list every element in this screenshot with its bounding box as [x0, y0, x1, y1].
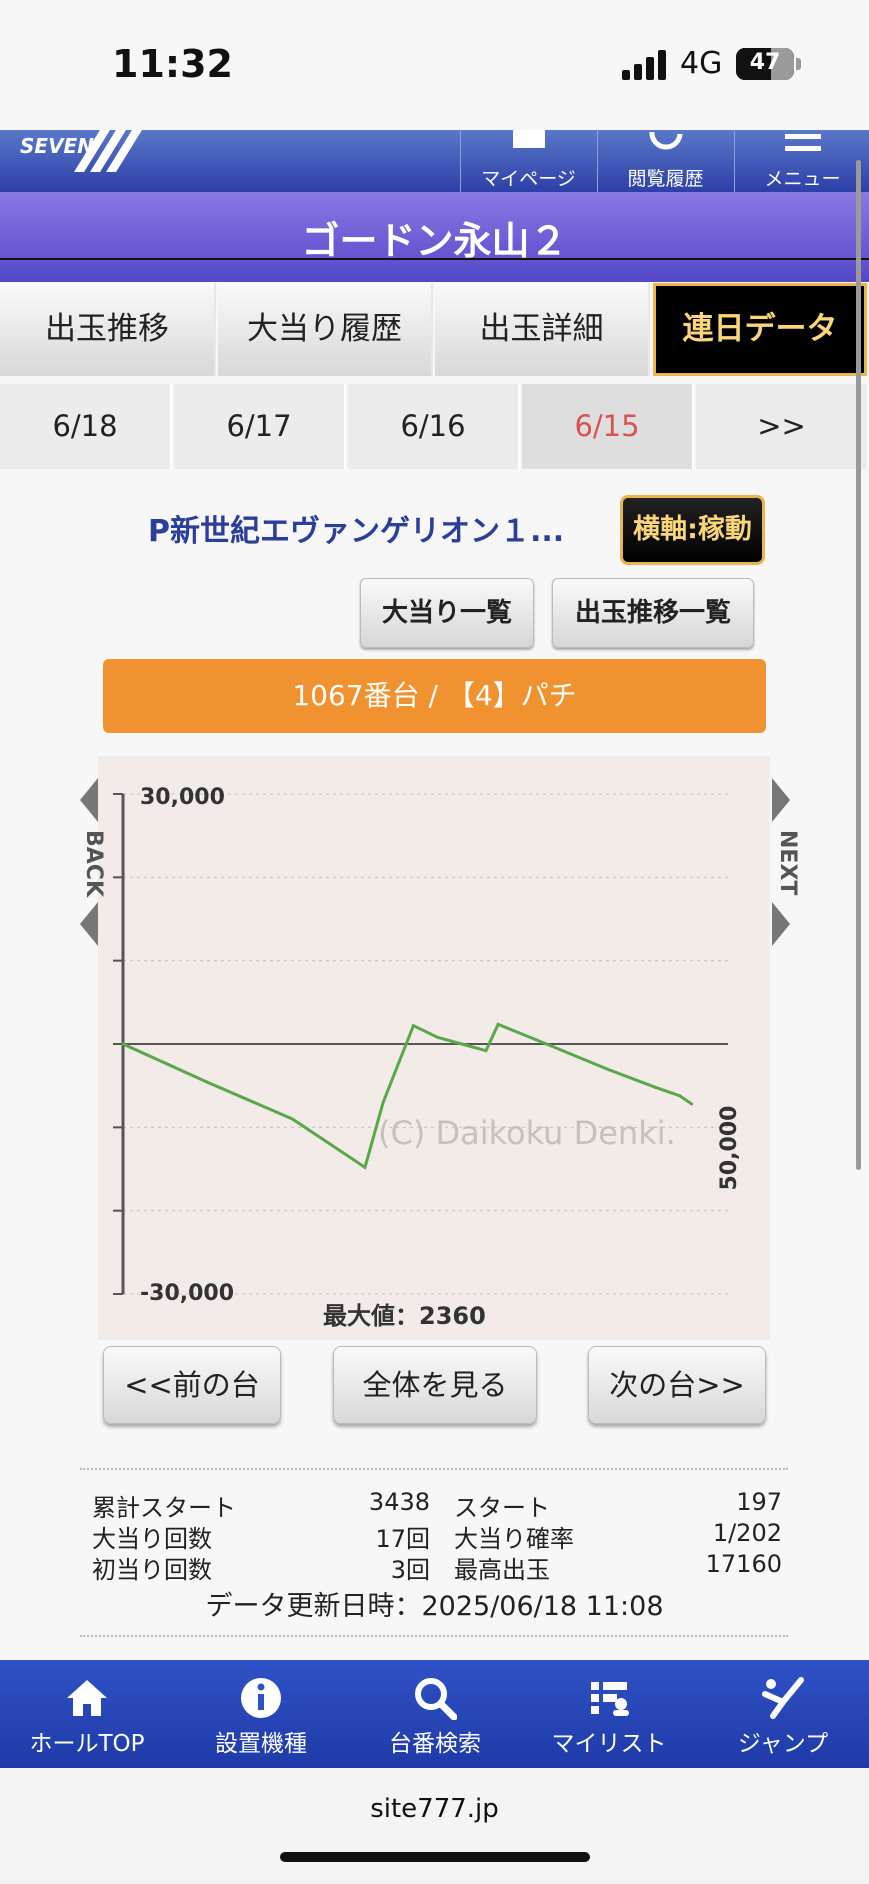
data-point — [290, 1117, 294, 1121]
nav-label: 台番検索 — [389, 1731, 481, 1757]
y-tick-label: 30,000 — [140, 785, 225, 810]
home-indicator[interactable] — [280, 1852, 590, 1862]
payout-list-button[interactable]: 出玉推移一覧 — [552, 578, 754, 648]
date-tab[interactable]: 6/18 — [0, 384, 172, 469]
data-point — [653, 1085, 657, 1089]
next-arrow-icon[interactable] — [772, 902, 790, 946]
tab-jackpot-history[interactable]: 大当り履歴 — [218, 283, 433, 376]
data-point — [605, 1067, 609, 1071]
mypage-icon — [512, 130, 545, 148]
next-label[interactable]: NEXT — [770, 830, 800, 895]
max-value-label: 最大値：2360 — [323, 1302, 486, 1330]
axis-toggle-button[interactable]: 横軸:稼動 — [620, 495, 765, 565]
stat-key: スタート — [454, 1494, 550, 1522]
history-icon — [648, 131, 682, 150]
stats-row: 累計スタート 3438 スタート 197 — [92, 1488, 782, 1522]
clock: 11:32 — [112, 42, 233, 86]
signal-icon — [622, 50, 666, 80]
battery-icon: 47 — [736, 48, 794, 80]
stat-value: 17160 — [705, 1550, 782, 1578]
history-label: 閲覧履歴 — [627, 168, 704, 190]
menu-label: メニュー — [764, 168, 841, 190]
stat-key: 大当り確率 — [454, 1525, 574, 1553]
url-text[interactable]: site777.jp — [0, 1794, 869, 1824]
date-tab-selected[interactable]: 6/15 — [522, 384, 694, 469]
browser-url-bar — [0, 1768, 869, 1884]
stats-row: 初当り回数 3回 最高出玉 17160 — [92, 1550, 782, 1584]
tab-payout-detail[interactable]: 出玉詳細 — [435, 283, 650, 376]
mypage-button[interactable]: マイページ — [460, 130, 596, 192]
jump-icon — [762, 1677, 804, 1719]
back-arrow-icon[interactable] — [80, 778, 98, 822]
data-point — [381, 1100, 385, 1104]
tab-daily-data[interactable]: 連日データ — [653, 283, 867, 376]
stat-value: 197 — [736, 1488, 782, 1516]
unit-banner: 1067番台 / 【4】パチ — [103, 659, 766, 733]
next-arrow-icon[interactable] — [772, 778, 790, 822]
scrollbar[interactable] — [856, 160, 861, 1170]
date-tab[interactable]: 6/16 — [348, 384, 520, 469]
data-point — [206, 1080, 210, 1084]
data-point — [484, 1049, 488, 1053]
mylist-icon — [591, 1682, 629, 1716]
menu-button[interactable]: メニュー — [734, 130, 869, 192]
date-tab[interactable]: 6/17 — [174, 384, 346, 469]
nav-unit-search[interactable]: 台番検索 — [348, 1660, 522, 1768]
stat-value: 3438 — [368, 1488, 430, 1516]
back-arrow-icon[interactable] — [80, 902, 98, 946]
mypage-label: マイページ — [481, 168, 576, 190]
payout-chart: (C) Daikoku Denki. 30,000 -30,000 50,000… — [113, 785, 742, 1330]
watermark: (C) Daikoku Denki. — [378, 1114, 676, 1152]
nav-label: 設置機種 — [215, 1731, 307, 1757]
update-timestamp: データ更新日時：2025/06/18 11:08 — [205, 1591, 664, 1622]
stats-divider — [80, 1635, 788, 1637]
nav-label: マイリスト — [551, 1731, 667, 1757]
network-type: 4G — [680, 46, 723, 81]
nav-installed-machines[interactable]: 設置機種 — [174, 1660, 348, 1768]
nav-my-list[interactable]: マイリスト — [522, 1660, 696, 1768]
divider — [0, 258, 869, 260]
battery-cap — [796, 58, 801, 70]
menu-icon — [784, 134, 821, 151]
stat-value: 17回 — [375, 1525, 430, 1553]
data-point — [460, 1042, 464, 1046]
view-all-button[interactable]: 全体を見る — [333, 1346, 537, 1424]
home-icon — [67, 1680, 107, 1716]
nav-label: ジャンプ — [737, 1731, 829, 1757]
stats-divider — [80, 1468, 788, 1470]
data-point — [678, 1094, 682, 1098]
data-point — [545, 1042, 548, 1046]
site-logo[interactable]: SEVEN — [20, 134, 94, 158]
next-machine-button[interactable]: 次の台>> — [588, 1346, 766, 1424]
data-point — [436, 1035, 440, 1039]
data-point — [690, 1102, 694, 1106]
battery-level: 47 — [749, 50, 781, 75]
info-icon — [241, 1678, 281, 1718]
machine-name[interactable]: P新世紀エヴァンゲリオン１... — [148, 506, 564, 550]
data-point — [363, 1165, 367, 1169]
chart-grid — [113, 793, 728, 1295]
date-next-button[interactable]: >> — [696, 384, 869, 469]
prev-machine-button[interactable]: <<前の台 — [103, 1346, 281, 1424]
y-tick-label: -30,000 — [140, 1281, 234, 1306]
stat-key: 初当り回数 — [92, 1556, 212, 1584]
history-button[interactable]: 閲覧履歴 — [597, 130, 733, 192]
stats-row: 大当り回数 17回 大当り確率 1/202 — [92, 1519, 782, 1553]
nav-hall-top[interactable]: ホールTOP — [0, 1660, 174, 1768]
data-point — [496, 1022, 500, 1026]
nav-jump[interactable]: ジャンプ — [696, 1660, 869, 1768]
jackpot-list-button[interactable]: 大当り一覧 — [360, 578, 534, 648]
tab-payout-trend[interactable]: 出玉推移 — [0, 283, 216, 376]
page-title: ゴードン永山２ — [301, 219, 568, 263]
data-point — [121, 1042, 125, 1046]
data-point — [411, 1024, 415, 1028]
stat-value: 3回 — [390, 1556, 430, 1584]
x-end-label: 50,000 — [717, 1106, 742, 1191]
stat-key: 累計スタート — [92, 1494, 236, 1522]
search-icon — [415, 1678, 457, 1720]
stat-key: 大当り回数 — [92, 1525, 212, 1553]
nav-label: ホールTOP — [29, 1731, 145, 1757]
stat-value: 1/202 — [712, 1519, 782, 1547]
stat-key: 最高出玉 — [454, 1556, 550, 1584]
